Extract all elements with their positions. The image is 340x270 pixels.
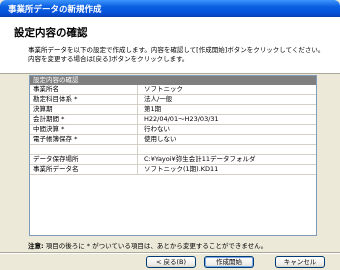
note-label: 注意: xyxy=(28,242,44,250)
warning-note: 注意: 項目の後ろに * がついている項目は、あとから変更することができません。 xyxy=(28,240,267,250)
instructions-line-2: 内容を変更する場合は[戻る]ボタンをクリックします。 xyxy=(28,54,189,63)
table-row: 勘定科目体系 * 法人/一般 xyxy=(30,95,316,105)
table-row: 中間決算 * 行わない xyxy=(30,125,316,135)
row-value: 第1期 xyxy=(144,105,162,113)
table-header: 設定内容の確認 xyxy=(30,76,316,85)
row-key: 電子帳簿保存 * xyxy=(33,135,138,144)
wizard-header: 設定内容の確認 事業所データを以下の設定で作成します。内容を確認して[作成開始]… xyxy=(0,17,340,74)
table-row: 会計期間 * H22/04/01～H23/03/31 xyxy=(30,115,316,125)
row-value: 法人/一般 xyxy=(144,95,173,103)
footer-divider xyxy=(0,252,340,254)
table-row: データ保存場所 C:¥Yayoi¥弥生会計11データフォルダ xyxy=(30,155,316,165)
page-title: 設定内容の確認 xyxy=(14,27,88,39)
instructions-line-1: 事業所データを以下の設定で作成します。内容を確認して[作成開始]ボタンをクリック… xyxy=(28,46,325,54)
title-bar[interactable]: 事業所データの新規作成 xyxy=(0,0,340,17)
row-key: データ保存場所 xyxy=(33,155,138,164)
note-text: 項目の後ろに * がついている項目は、あとから変更することができません。 xyxy=(45,242,268,250)
row-value: 使用しない xyxy=(144,135,177,143)
row-key: 事業所データ名 xyxy=(33,165,138,174)
table-row: 事業所名 ソフトニック xyxy=(30,85,316,95)
table-row: 電子帳簿保存 * 使用しない xyxy=(30,135,316,145)
window-title: 事業所データの新規作成 xyxy=(8,5,102,15)
table-row: 決算期 第1期 xyxy=(30,105,316,115)
row-key: 会計期間 * xyxy=(33,115,138,124)
row-value: ソフトニック xyxy=(144,85,183,93)
row-value: 行わない xyxy=(144,125,170,133)
row-value: C:¥Yayoi¥弥生会計11データフォルダ xyxy=(144,155,256,163)
settings-summary-table: 設定内容の確認 事業所名 ソフトニック 勘定科目体系 * 法人/一般 決算期 第… xyxy=(29,75,317,236)
row-value: ソフトニック(1期).KD11 xyxy=(144,165,219,173)
instructions: 事業所データを以下の設定で作成します。内容を確認して[作成開始]ボタンをクリック… xyxy=(28,46,324,63)
start-creation-button[interactable]: 作成開始 xyxy=(204,256,254,268)
wizard-window: 事業所データの新規作成 設定内容の確認 事業所データを以下の設定で作成します。内… xyxy=(0,0,340,270)
row-key: 勘定科目体系 * xyxy=(33,95,138,104)
row-key xyxy=(33,145,138,154)
row-key: 中間決算 * xyxy=(33,125,138,134)
table-row xyxy=(30,145,316,155)
row-key: 事業所名 xyxy=(33,85,138,94)
cancel-button[interactable]: キャンセル xyxy=(275,256,325,268)
row-value: H22/04/01～H23/03/31 xyxy=(144,115,219,123)
row-key: 決算期 xyxy=(33,105,138,114)
back-button[interactable]: < 戻る(B) xyxy=(146,256,196,268)
table-row: 事業所データ名 ソフトニック(1期).KD11 xyxy=(30,165,316,175)
